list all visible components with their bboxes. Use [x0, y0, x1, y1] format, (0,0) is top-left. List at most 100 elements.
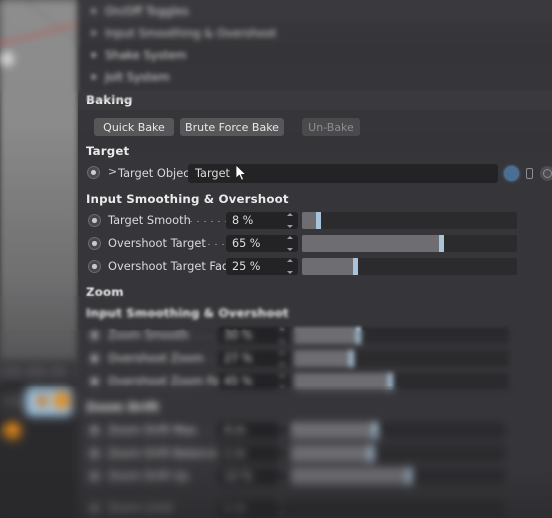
slider-handle[interactable] [368, 445, 374, 462]
unlink-icon[interactable] [540, 166, 552, 181]
viewport-shadow [0, 120, 78, 385]
stepper-icon[interactable] [277, 328, 286, 343]
slider-fill [302, 258, 356, 275]
slider-track[interactable] [302, 258, 517, 275]
property-label: Overshoot Target Fade [108, 259, 237, 273]
target-section-title: Target [86, 144, 130, 158]
stepper-icon[interactable] [277, 374, 286, 389]
property-label: Zoom Smooth [108, 328, 189, 342]
slider-fill [294, 327, 359, 344]
slider-fill [290, 422, 376, 439]
chevron-right-icon [92, 51, 97, 58]
stepper-icon[interactable] [277, 423, 286, 438]
expand-arrow-icon[interactable]: > [108, 165, 117, 178]
keyframe[interactable] [4, 422, 21, 439]
baking-section-title: Baking [86, 93, 133, 107]
slider-track[interactable] [290, 468, 505, 485]
property-row-target-smooth: Target Smooth 8 % [78, 209, 552, 232]
slider-track[interactable] [302, 212, 517, 229]
property-label: Overshoot Target [108, 236, 206, 250]
stepper-icon[interactable] [285, 259, 294, 274]
slider-track[interactable] [294, 373, 509, 390]
dopesheet-tool-3[interactable] [51, 366, 66, 377]
panel-label: Input Smoothing & Overshoot [105, 25, 277, 40]
slider-handle[interactable] [349, 350, 355, 367]
brute-force-bake-button[interactable]: Brute Force Bake [180, 118, 284, 136]
slider-handle[interactable] [387, 373, 393, 390]
keyframe[interactable] [53, 392, 70, 409]
zoom-drift-section-title: Zoom Drift [86, 400, 160, 414]
animate-decorator-icon[interactable] [88, 424, 101, 437]
leader-dots [190, 221, 228, 222]
zoom-section-title: Zoom [86, 285, 124, 299]
slider-track[interactable] [290, 500, 505, 517]
object-icon[interactable] [504, 166, 519, 181]
section-divider [78, 88, 552, 89]
slider-track[interactable] [290, 445, 505, 462]
property-row-zoom-drift-balance: Zoom Drift Balance 1 m [78, 442, 552, 465]
slider-handle[interactable] [355, 327, 361, 344]
property-label: Zoom Drift Up [108, 469, 189, 483]
target-object-field[interactable]: Target [188, 164, 498, 183]
property-row-zoom-drift-up: Zoom Drift Up 12 % [78, 465, 552, 488]
stepper-icon[interactable] [285, 213, 294, 228]
input-smoothing-section-title: Input Smoothing & Overshoot [86, 192, 289, 206]
slider-track[interactable] [290, 422, 505, 439]
stepper-icon[interactable] [277, 501, 286, 516]
property-row-overshoot-target: Overshoot Target 65 % [78, 232, 552, 255]
app-window: On/Off Toggles Input Smoothing & Oversho… [0, 0, 552, 518]
quick-bake-button[interactable]: Quick Bake [94, 118, 174, 136]
slider-handle[interactable] [438, 235, 444, 252]
property-row-overshoot-zoom: Overshoot Zoom 27 % [78, 347, 552, 370]
property-label: Zoom Limit [108, 501, 173, 515]
leader-dots [208, 244, 228, 245]
slider-track[interactable] [294, 327, 509, 344]
property-row-zoom-drift-max: Zoom Drift Max 4 m [78, 419, 552, 442]
slider-fill [290, 468, 411, 485]
slider-handle[interactable] [316, 212, 322, 229]
property-row-zoom-limit: Zoom Limit 1 m [78, 497, 552, 518]
animate-decorator-icon[interactable] [88, 502, 101, 515]
property-label: Zoom Drift Balance [108, 446, 219, 460]
slider-handle[interactable] [407, 468, 413, 485]
slider-fill [294, 350, 353, 367]
slider-handle[interactable] [352, 258, 358, 275]
slider-handle[interactable] [373, 422, 378, 439]
property-label: Zoom Drift Max [108, 423, 197, 437]
stepper-icon[interactable] [277, 469, 286, 484]
panel-label: Jolt System [105, 69, 170, 84]
slider-fill [294, 373, 391, 390]
target-object-animate-decorator[interactable] [87, 166, 100, 179]
dopesheet-editor[interactable] [0, 360, 78, 518]
animate-decorator-icon[interactable] [88, 375, 101, 388]
collapsed-panel-shake-system[interactable]: Shake System [78, 44, 552, 66]
target-object-label: Target Object [118, 166, 194, 180]
collapsed-panel-input-smoothing[interactable]: Input Smoothing & Overshoot [78, 22, 552, 44]
panel-label: Shake System [105, 47, 187, 62]
un-bake-button[interactable]: Un-Bake [302, 118, 360, 136]
keyframe[interactable] [36, 395, 48, 407]
animate-decorator-icon[interactable] [88, 237, 101, 250]
collapsed-panel-onoff-toggles[interactable]: On/Off Toggles [78, 0, 552, 22]
animate-decorator-icon[interactable] [88, 352, 101, 365]
dopesheet-selected-strip[interactable] [26, 388, 72, 416]
animate-decorator-icon[interactable] [88, 447, 101, 460]
zoom-subsection-title: Input Smoothing & Overshoot [86, 306, 289, 320]
dopesheet-tool-1[interactable] [4, 366, 21, 377]
collapsed-panel-jolt-system[interactable]: Jolt System [78, 66, 552, 88]
animate-decorator-icon[interactable] [88, 470, 101, 483]
property-row-overshoot-target-fade: Overshoot Target Fade 25 % [78, 255, 552, 278]
slider-track[interactable] [294, 350, 509, 367]
animate-decorator-icon[interactable] [88, 214, 101, 227]
3d-viewport[interactable] [0, 0, 111, 385]
animate-decorator-icon[interactable] [88, 329, 101, 342]
stepper-icon[interactable] [277, 446, 286, 461]
stepper-icon[interactable] [277, 351, 286, 366]
link-icon[interactable] [522, 166, 537, 181]
dopesheet-tool-2[interactable] [25, 366, 47, 377]
animate-decorator-icon[interactable] [88, 260, 101, 273]
slider-track[interactable] [302, 235, 517, 252]
stepper-icon[interactable] [285, 236, 294, 251]
chevron-right-icon [92, 29, 97, 36]
property-row-zoom-smooth: Zoom Smooth 30 % [78, 324, 552, 347]
